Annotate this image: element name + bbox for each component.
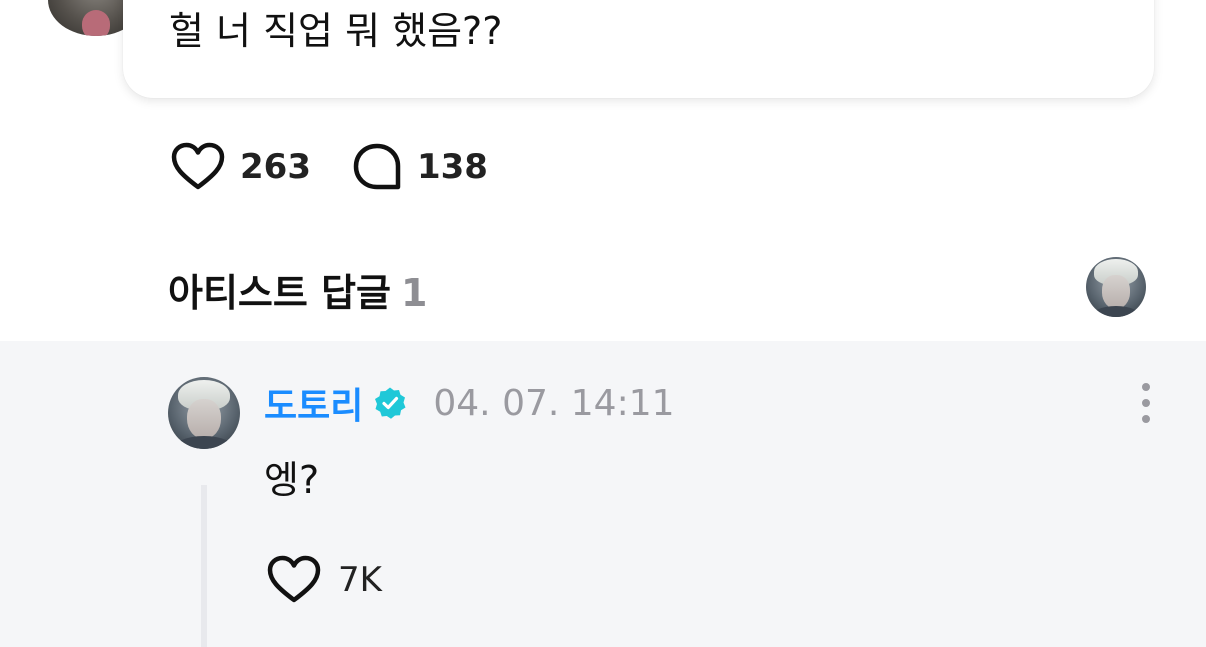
reply-like-count: 7K <box>338 560 382 600</box>
avatar-face <box>186 398 222 439</box>
avatar-face <box>1101 275 1131 309</box>
post-card: 헐 너 직업 뭐 했음?? <box>123 0 1154 98</box>
post-text: 헐 너 직업 뭐 했음?? <box>169 9 503 53</box>
artist-avatar[interactable] <box>1086 257 1146 317</box>
reply-meta: 도토리 04. 07. 14:11 <box>264 381 675 428</box>
avatar-detail <box>82 10 110 36</box>
more-vertical-icon[interactable] <box>1134 381 1158 425</box>
artist-reply: 도토리 04. 07. 14:11 엥? 7K <box>0 341 1206 647</box>
heart-icon <box>267 555 321 603</box>
verified-badge-icon <box>375 387 406 419</box>
artist-replies-header: 아티스트 답글 1 <box>168 262 427 317</box>
comment-count: 138 <box>416 147 488 187</box>
comment-button[interactable]: 138 <box>351 142 488 192</box>
reply-like-button[interactable]: 7K <box>266 555 382 605</box>
post-stats: 263 138 <box>170 140 488 194</box>
thread-line <box>201 485 207 647</box>
heart-icon <box>171 142 225 190</box>
reply-author-avatar[interactable] <box>168 377 240 449</box>
reply-timestamp: 04. 07. 14:11 <box>433 382 675 424</box>
like-button[interactable]: 263 <box>170 142 311 192</box>
comment-bubble-icon <box>353 143 401 190</box>
reply-author-name[interactable]: 도토리 <box>264 377 363 429</box>
artist-replies-title: 아티스트 답글 <box>168 271 391 315</box>
reply-text: 엥? <box>264 458 320 502</box>
artist-replies-count: 1 <box>401 271 428 315</box>
like-count: 263 <box>240 147 311 187</box>
post-detail-screen: 헐 너 직업 뭐 했음?? 263 138 아티스트 답글 1 도토리 04. … <box>0 0 1206 647</box>
